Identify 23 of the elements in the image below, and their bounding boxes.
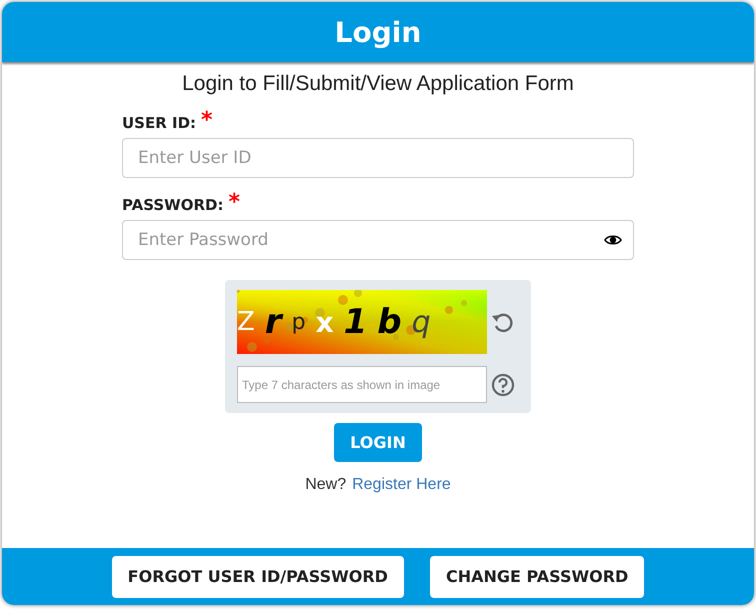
- captcha-character: Z: [237, 307, 255, 337]
- captcha-field[interactable]: Type 7 characters as shown in image: [237, 366, 487, 403]
- required-mark: *: [228, 190, 240, 215]
- help-icon[interactable]: [491, 372, 515, 396]
- required-mark: *: [201, 108, 213, 133]
- eye-icon[interactable]: [604, 234, 622, 246]
- register-prompt: New?: [305, 476, 346, 494]
- footer-button[interactable]: FORGOT USER ID/PASSWORD: [112, 556, 404, 598]
- field-label: USER ID:: [122, 114, 196, 132]
- refresh-icon[interactable]: [491, 311, 515, 333]
- captcha-character: 1: [344, 302, 368, 342]
- field-label: PASSWORD:: [122, 196, 224, 214]
- user-id-field[interactable]: Enter User ID: [122, 138, 634, 178]
- captcha-character: b: [377, 302, 402, 342]
- captcha-character: q: [412, 304, 431, 340]
- captcha-character: x: [316, 306, 334, 338]
- captcha-character: r: [264, 302, 282, 342]
- register-link[interactable]: Register Here: [352, 476, 451, 494]
- password-field[interactable]: Enter Password: [122, 220, 634, 260]
- footer-button[interactable]: CHANGE PASSWORD: [430, 556, 644, 598]
- header-title: Login: [2, 2, 754, 62]
- captcha-character: p: [292, 310, 306, 334]
- form-subtitle: Login to Fill/Submit/View Application Form: [182, 72, 574, 96]
